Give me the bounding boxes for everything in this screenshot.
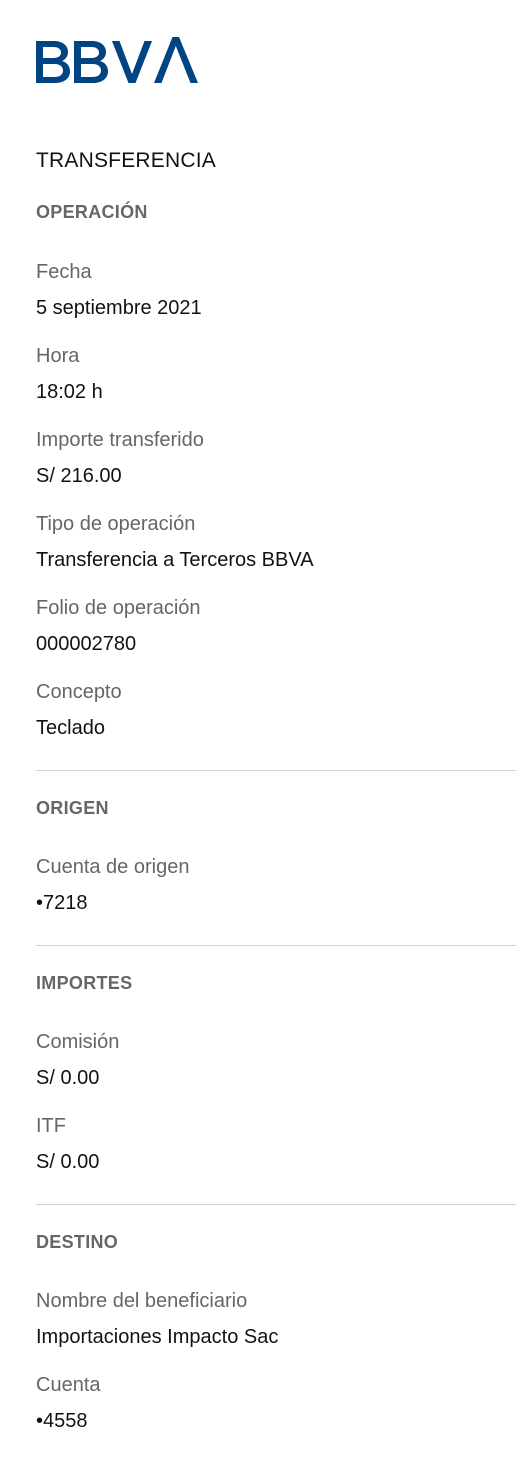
hora-label: Hora (36, 345, 80, 367)
concepto-value: Teclado (36, 717, 105, 739)
fecha-label: Fecha (36, 261, 92, 283)
divider (36, 1204, 516, 1205)
page-title: TRANSFERENCIA (36, 149, 216, 172)
beneficiario-value: Importaciones Impacto Sac (36, 1326, 279, 1348)
comision-value: S/ 0.00 (36, 1067, 100, 1089)
importe-value: S/ 216.00 (36, 465, 122, 487)
folio-value: 000002780 (36, 633, 137, 655)
cuenta-origen-label: Cuenta de origen (36, 856, 190, 878)
section-title-destino: DESTINO (36, 1232, 119, 1252)
section-title-importes: IMPORTES (36, 973, 133, 993)
hora-value: 18:02 h (36, 381, 103, 403)
section-title-operacion: OPERACIÓN (36, 202, 148, 222)
bbva-logo-icon (36, 37, 198, 83)
bbva-logo: BBVA (36, 36, 198, 86)
folio-label: Folio de operación (36, 597, 201, 619)
logo-text: BBVA (36, 86, 37, 87)
itf-label: ITF (36, 1115, 66, 1137)
comision-label: Comisión (36, 1031, 120, 1053)
cuenta-destino-label: Cuenta (36, 1374, 101, 1396)
section-title-origen: ORIGEN (36, 798, 109, 818)
concepto-label: Concepto (36, 681, 122, 703)
itf-value: S/ 0.00 (36, 1151, 100, 1173)
cuenta-origen-value: •7218 (36, 892, 88, 914)
cuenta-destino-value: •4558 (36, 1410, 88, 1432)
importe-label: Importe transferido (36, 429, 204, 451)
beneficiario-label: Nombre del beneficiario (36, 1290, 248, 1312)
fecha-value: 5 septiembre 2021 (36, 297, 202, 319)
divider (36, 945, 516, 946)
tipo-operacion-value: Transferencia a Terceros BBVA (36, 549, 314, 571)
tipo-operacion-label: Tipo de operación (36, 513, 196, 535)
divider (36, 770, 516, 771)
